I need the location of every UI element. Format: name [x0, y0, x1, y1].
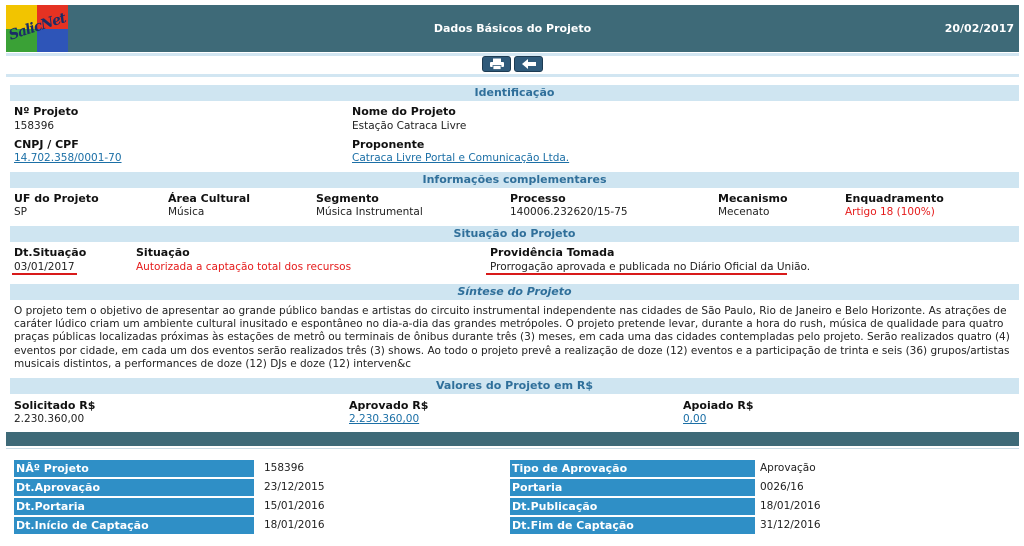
toolbar-divider: [6, 74, 1019, 77]
back-button[interactable]: [514, 56, 543, 72]
processo-label: Processo: [510, 192, 566, 205]
page-title: Dados Básicos do Projeto: [433, 22, 592, 35]
num-projeto-cell-value: 158396: [264, 462, 305, 474]
section-identificacao: Identificação: [10, 85, 1019, 101]
dt-situacao-highlight: [12, 273, 77, 275]
area-cultural-value: Música: [168, 206, 205, 218]
providencia-value: Prorrogação aprovada e publicada no Diár…: [490, 261, 811, 273]
segmento-value: Música Instrumental: [316, 206, 423, 218]
sintese-text: O projeto tem o objetivo de apresentar a…: [14, 305, 1010, 370]
processo-value: 140006.232620/15-75: [510, 206, 628, 218]
enquadramento-value: Artigo 18 (100%): [845, 206, 935, 218]
section-complementares: Informações complementares: [10, 172, 1019, 188]
mecanismo-value: Mecenato: [718, 206, 770, 218]
header-divider: [6, 53, 1019, 56]
dt-publicacao-cell-value: 18/01/2016: [760, 500, 821, 512]
situacao-value: Autorizada a captação total dos recursos: [136, 261, 352, 273]
dt-aprovacao-cell-label: Dt.Aprovação: [14, 479, 254, 496]
dt-situacao-value: 03/01/2017: [14, 261, 75, 273]
cnpj-label: CNPJ / CPF: [14, 138, 79, 151]
dt-fim-captacao-cell-value: 31/12/2016: [760, 519, 821, 531]
enquadramento-label: Enquadramento: [845, 192, 944, 205]
dt-portaria-cell-value: 15/01/2016: [264, 500, 325, 512]
uf-value: SP: [14, 206, 27, 218]
uf-label: UF do Projeto: [14, 192, 99, 205]
dt-publicacao-cell-label: Dt.Publicação: [510, 498, 755, 515]
area-cultural-label: Área Cultural: [168, 192, 251, 205]
nome-projeto-value: Estação Catraca Livre: [352, 120, 467, 132]
providencia-label: Providência Tomada: [490, 246, 615, 259]
dt-portaria-cell-label: Dt.Portaria: [14, 498, 254, 515]
nome-projeto-label: Nome do Projeto: [352, 105, 456, 118]
solicitado-value: 2.230.360,00: [14, 413, 85, 425]
current-date: 20/02/2017: [944, 22, 1014, 35]
num-projeto-label: Nº Projeto: [14, 105, 79, 118]
proponente-label: Proponente: [352, 138, 425, 151]
section-valores: Valores do Projeto em R$: [10, 378, 1019, 394]
portaria-cell-value: 0026/16: [760, 481, 804, 493]
segmento-label: Segmento: [316, 192, 379, 205]
dt-inicio-captacao-cell-label: Dt.Início de Captação: [14, 517, 254, 534]
num-projeto-cell-label: NÂº Projeto: [14, 460, 254, 477]
aprovado-link[interactable]: 2.230.360,00: [349, 413, 419, 425]
section-situacao: Situação do Projeto: [10, 226, 1019, 242]
tipo-aprovacao-cell-label: Tipo de Aprovação: [510, 460, 755, 477]
cnpj-link[interactable]: 14.702.358/0001-70: [14, 152, 122, 164]
mecanismo-label: Mecanismo: [718, 192, 788, 205]
dt-fim-captacao-cell-label: Dt.Fim de Captação: [510, 517, 755, 534]
dt-inicio-captacao-cell-value: 18/01/2016: [264, 519, 325, 531]
separator-line: [6, 448, 1019, 449]
back-arrow-icon: [521, 59, 536, 69]
providencia-highlight: [486, 273, 787, 275]
apoiado-link[interactable]: 0,00: [683, 413, 706, 425]
portaria-cell-label: Portaria: [510, 479, 755, 496]
dt-situacao-label: Dt.Situação: [14, 246, 87, 259]
section-separator-bar: [6, 432, 1019, 446]
print-button[interactable]: [482, 56, 511, 72]
proponente-link[interactable]: Catraca Livre Portal e Comunicação Ltda.: [352, 152, 569, 164]
printer-icon: [489, 58, 504, 70]
solicitado-label: Solicitado R$: [14, 399, 96, 412]
aprovado-label: Aprovado R$: [349, 399, 429, 412]
num-projeto-value: 158396: [14, 120, 55, 132]
dt-aprovacao-cell-value: 23/12/2015: [264, 481, 325, 493]
section-sintese: Síntese do Projeto: [10, 284, 1019, 300]
page-header: SalicNet Dados Básicos do Projeto 20/02/…: [6, 5, 1019, 52]
tipo-aprovacao-cell-value: Aprovação: [760, 462, 816, 474]
apoiado-label: Apoiado R$: [683, 399, 754, 412]
situacao-label: Situação: [136, 246, 190, 259]
